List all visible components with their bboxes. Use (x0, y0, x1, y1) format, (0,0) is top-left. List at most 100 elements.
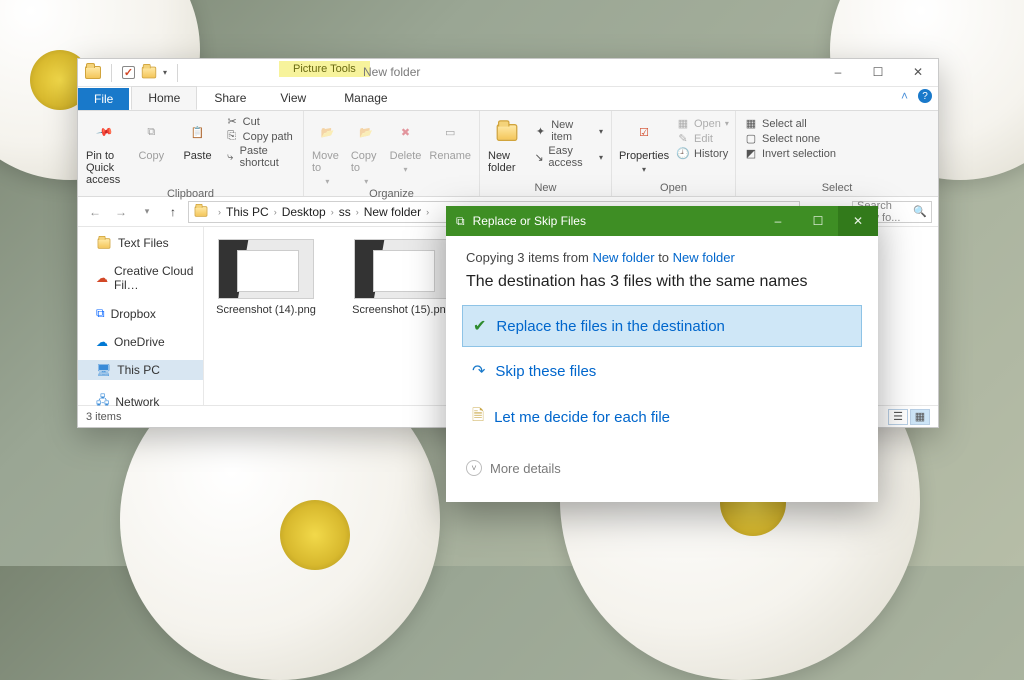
maximize-button[interactable]: ☐ (858, 59, 898, 84)
group-label: Organize (312, 186, 471, 200)
navigation-pane[interactable]: Text Files ☁Creative Cloud Fil… ⧉Dropbox… (78, 227, 204, 405)
dialog-minimize-button[interactable]: – (758, 206, 798, 236)
dialog-close-button[interactable]: ✕ (838, 206, 878, 236)
nav-item-dropbox[interactable]: ⧉Dropbox (78, 303, 203, 324)
properties-qat-icon[interactable]: ✓ (122, 66, 135, 79)
option-skip[interactable]: ↷ Skip these files (462, 351, 862, 391)
view-thumbnails-button[interactable]: ▦ (910, 409, 930, 425)
history-button[interactable]: 🕘History (676, 147, 729, 160)
delete-button[interactable]: ✖Delete▾ (390, 115, 422, 174)
copy-path-button[interactable]: ⎘Copy path (225, 130, 295, 143)
more-details-toggle[interactable]: ˅ More details (466, 452, 858, 484)
creative-cloud-icon: ☁ (96, 271, 108, 285)
pc-icon: 🖥 (96, 363, 111, 377)
nav-item-creative-cloud[interactable]: ☁Creative Cloud Fil… (78, 261, 203, 295)
paste-button[interactable]: 📋 Paste (178, 115, 216, 162)
group-label: Select (744, 180, 930, 194)
tab-file[interactable]: File (78, 88, 129, 110)
close-button[interactable]: ✕ (898, 59, 938, 84)
easy-access-icon: ↘ (534, 151, 545, 164)
nav-item-this-pc[interactable]: 🖥This PC (78, 360, 203, 380)
properties-icon: ☑ (639, 117, 649, 147)
copy-to-button[interactable]: 📂Copy to▾ (351, 115, 382, 186)
new-item-icon: ✦ (534, 125, 547, 138)
onedrive-icon: ☁ (96, 335, 108, 349)
contextual-tab-label: Picture Tools (279, 61, 370, 77)
invert-selection-button[interactable]: ◩Invert selection (744, 147, 836, 160)
paste-shortcut-button[interactable]: ⤷Paste shortcut (225, 145, 295, 169)
ribbon-group-new: New folder ✦New item▾ ↘Easy access▾ New (480, 111, 612, 196)
qat-dropdown-icon[interactable]: ▾ (163, 68, 167, 77)
divider (177, 64, 178, 82)
dialog-maximize-button[interactable]: ☐ (798, 206, 838, 236)
ribbon-group-clipboard: 📌 Pin to Quick access ⧉ Copy 📋 Paste ✂Cu… (78, 111, 304, 196)
group-label: Open (620, 180, 727, 194)
option-label: Let me decide for each file (494, 409, 670, 426)
edit-icon: ✎ (676, 132, 690, 145)
nav-forward-button[interactable]: → (110, 201, 132, 223)
folder-icon (85, 66, 101, 79)
ribbon-group-organize: 📂Move to▾ 📂Copy to▾ ✖Delete▾ ▭Rename Org… (304, 111, 480, 196)
ribbon-tabs: File Home Share View Manage ˄ ? (78, 87, 938, 111)
collapse-ribbon-icon[interactable]: ˄ (901, 89, 908, 103)
window-title: New folder (363, 65, 420, 79)
select-none-icon: ▢ (744, 132, 758, 145)
copy-to-icon: 📂 (359, 117, 373, 147)
replace-or-skip-dialog: ⧉ Replace or Skip Files – ☐ ✕ Copying 3 … (446, 206, 878, 502)
ribbon-group-select: ▦Select all ▢Select none ◩Invert selecti… (736, 111, 938, 196)
paste-icon: 📋 (191, 117, 205, 147)
file-name: Screenshot (15).png (352, 304, 452, 316)
file-item[interactable]: Screenshot (14).png (212, 239, 320, 393)
tab-home[interactable]: Home (131, 86, 197, 110)
minimize-button[interactable]: – (818, 59, 858, 84)
easy-access-button[interactable]: ↘Easy access▾ (534, 145, 603, 169)
breadcrumb-seg[interactable]: Desktop (282, 205, 326, 219)
network-icon: 🖧 (96, 391, 109, 412)
breadcrumb-seg[interactable]: New folder (364, 205, 421, 219)
new-item-button[interactable]: ✦New item▾ (534, 119, 603, 143)
breadcrumb-seg[interactable]: This PC (226, 205, 269, 219)
help-icon[interactable]: ? (918, 89, 932, 103)
cut-icon: ✂ (225, 115, 239, 128)
select-none-button[interactable]: ▢Select none (744, 132, 836, 145)
rename-button[interactable]: ▭Rename (429, 115, 471, 162)
dialog-source-link[interactable]: New folder (592, 250, 654, 265)
tab-share[interactable]: Share (197, 86, 263, 110)
quick-access-toolbar: ✓ ▾ (82, 64, 182, 82)
cut-button[interactable]: ✂Cut (225, 115, 295, 128)
copy-button[interactable]: ⧉ Copy (132, 115, 170, 162)
dialog-title-bar[interactable]: ⧉ Replace or Skip Files – ☐ ✕ (446, 206, 878, 236)
option-replace[interactable]: ✔ Replace the files in the destination (462, 305, 862, 347)
label: Paste (183, 150, 211, 162)
nav-recent-dropdown[interactable]: ▾ (136, 201, 158, 223)
nav-back-button[interactable]: ← (84, 201, 106, 223)
nav-item-text-files[interactable]: Text Files (78, 233, 203, 253)
properties-button[interactable]: ☑Properties▾ (620, 115, 668, 174)
nav-item-onedrive[interactable]: ☁OneDrive (78, 332, 203, 352)
move-to-button[interactable]: 📂Move to▾ (312, 115, 343, 186)
tab-view[interactable]: View (263, 86, 323, 110)
nav-up-button[interactable]: ↑ (162, 201, 184, 223)
new-folder-button[interactable]: New folder (488, 115, 526, 174)
label: Pin to Quick access (86, 150, 124, 186)
title-bar[interactable]: ✓ ▾ Picture Tools New folder – ☐ ✕ (78, 59, 938, 87)
view-details-button[interactable]: ☰ (888, 409, 908, 425)
file-name: Screenshot (14).png (216, 304, 316, 316)
edit-button[interactable]: ✎Edit (676, 132, 729, 145)
check-icon: ✔ (473, 316, 486, 336)
dropbox-icon: ⧉ (96, 306, 105, 321)
select-all-button[interactable]: ▦Select all (744, 117, 836, 130)
compare-icon: 🗎 (472, 405, 484, 430)
breadcrumb-seg[interactable]: ss (339, 205, 351, 219)
file-item[interactable]: Screenshot (15).png (348, 239, 456, 393)
dialog-dest-link[interactable]: New folder (673, 250, 735, 265)
rename-icon: ▭ (445, 117, 455, 147)
open-button[interactable]: ▦Open▾ (676, 117, 729, 130)
history-icon: 🕘 (676, 147, 690, 160)
pin-to-quick-access-button[interactable]: 📌 Pin to Quick access (86, 115, 124, 186)
option-decide[interactable]: 🗎 Let me decide for each file (462, 395, 862, 440)
thumbnail (354, 239, 450, 299)
new-folder-qat-icon[interactable] (142, 67, 156, 79)
tab-manage[interactable]: Manage (327, 86, 404, 110)
folder-icon (497, 124, 518, 141)
